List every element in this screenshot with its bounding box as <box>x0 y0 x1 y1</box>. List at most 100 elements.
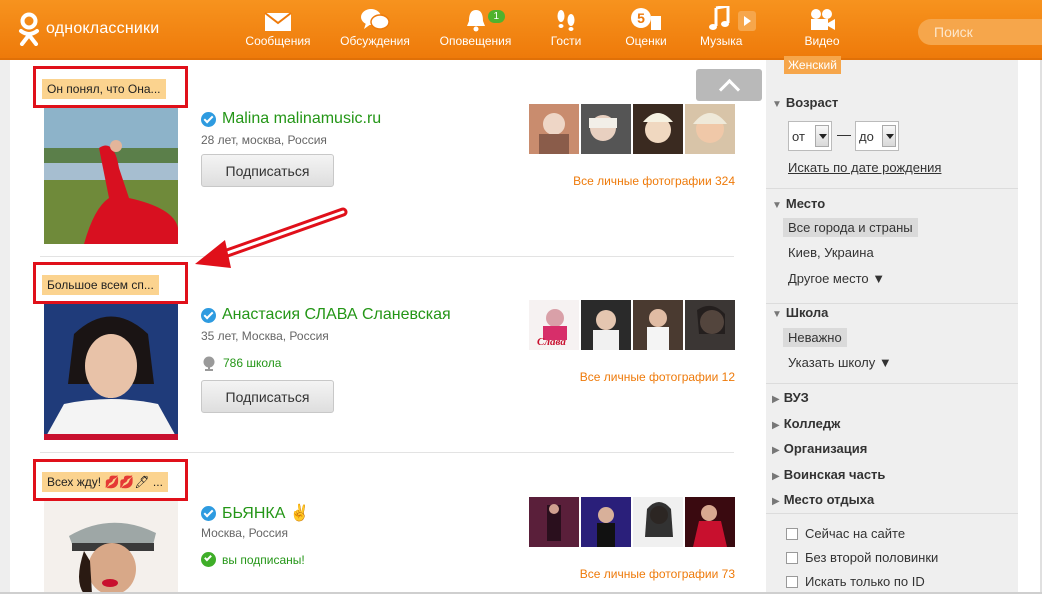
photo-thumbnail[interactable] <box>685 104 735 154</box>
nav-video-label: Видео <box>804 34 840 48</box>
photo-thumbnail[interactable] <box>529 104 579 154</box>
school-option-specify[interactable]: Указать школу ▼ <box>783 353 897 372</box>
photo-thumbnail[interactable] <box>685 497 735 547</box>
user-name-link[interactable]: Malina malinamusic.ru <box>222 110 381 128</box>
expanded-triangle-icon: ▼ <box>772 309 782 320</box>
status-text[interactable]: Он понял, что Она... <box>42 79 166 99</box>
user-meta: 35 лет, Москва, Россия <box>201 329 329 343</box>
place-option-kiev[interactable]: Киев, Украина <box>783 243 879 262</box>
school-label: 786 школа <box>223 356 282 370</box>
top-header: одноклассники Сообщения Обсуждения 1 Опо… <box>0 0 1042 60</box>
collapsed-triangle-icon: ▶ <box>772 445 780 456</box>
bell-icon <box>466 10 485 32</box>
search-input[interactable] <box>918 19 1042 45</box>
subscribe-button[interactable]: Подписаться <box>201 154 334 187</box>
photo-thumbnail[interactable] <box>581 497 631 547</box>
place-option-all[interactable]: Все города и страны <box>783 218 918 237</box>
filter-military-unit-title: Воинская часть <box>783 467 886 482</box>
filter-school-header[interactable]: ▼ Школа <box>772 305 828 320</box>
left-gutter <box>0 60 10 594</box>
filter-college[interactable]: ▶ Колледж <box>772 416 840 431</box>
filter-checkboxes: Сейчас на сайте Без второй половинки Иск… <box>766 513 1018 594</box>
nav-notifications[interactable]: 1 Оповещения <box>438 0 513 60</box>
age-to-select[interactable]: до <box>855 121 899 151</box>
search-by-id-checkbox[interactable]: Искать только по ID <box>786 574 925 589</box>
search-field[interactable] <box>918 19 1042 45</box>
user-name-link[interactable]: БЬЯНКА ✌ <box>222 503 310 523</box>
user-avatar[interactable] <box>44 304 178 440</box>
nav-guests[interactable]: Гости <box>540 0 592 60</box>
filter-age: ▼ Возраст от до Искать по дате рождения <box>766 88 1018 188</box>
filter-vacation-place-title: Место отдыха <box>783 492 875 507</box>
school-option-any[interactable]: Неважно <box>783 328 847 347</box>
all-photos-link[interactable]: Все личные фотографии 73 <box>580 567 735 581</box>
photo-thumbnail[interactable] <box>581 104 631 154</box>
search-filters-sidebar: ▼ Возраст от до Искать по дате рождения ▼… <box>766 60 1018 594</box>
status-text[interactable]: Большое всем сп... <box>42 275 159 295</box>
photo-thumbnails <box>529 104 735 154</box>
checkbox-box[interactable] <box>786 527 798 540</box>
checkbox-box[interactable] <box>786 551 798 564</box>
photo-thumbnail[interactable] <box>633 104 683 154</box>
school-globe-icon <box>203 356 215 371</box>
birthdate-search-link[interactable]: Искать по дате рождения <box>783 158 946 177</box>
filter-organization-title: Организация <box>783 441 868 456</box>
user-name-link[interactable]: Анастасия СЛАВА Сланевская <box>222 306 451 324</box>
subscribed-status: вы подписаны! <box>201 552 305 567</box>
user-avatar[interactable] <box>44 108 178 244</box>
filter-place: ▼ Место Все города и страны Киев, Украина… <box>766 188 1018 303</box>
filter-age-header[interactable]: ▼ Возраст <box>772 95 838 110</box>
nav-notifications-label: Оповещения <box>439 34 512 48</box>
place-option-other[interactable]: Другое место ▼ <box>783 269 890 288</box>
site-logo[interactable]: одноклассники <box>18 12 159 46</box>
school-link[interactable]: 786 школа <box>201 355 281 371</box>
filter-university[interactable]: ▶ ВУЗ <box>772 390 809 405</box>
photo-thumbnail[interactable] <box>581 300 631 350</box>
age-from-select[interactable]: от <box>788 121 832 151</box>
filter-university-title: ВУЗ <box>783 390 809 405</box>
subscribe-button[interactable]: Подписаться <box>201 380 334 413</box>
photo-thumbnail[interactable] <box>529 497 579 547</box>
checkbox-box[interactable] <box>786 575 798 588</box>
age-from-value: от <box>792 129 805 144</box>
photo-thumbnail[interactable]: Слава <box>529 300 579 350</box>
no-partner-checkbox[interactable]: Без второй половинки <box>786 550 938 565</box>
filter-place-header[interactable]: ▼ Место <box>772 196 825 211</box>
filter-place-title: Место <box>785 196 826 211</box>
nav-discussions[interactable]: Обсуждения <box>339 0 411 60</box>
user-avatar[interactable] <box>44 501 178 594</box>
all-photos-link[interactable]: Все личные фотографии 324 <box>573 174 735 188</box>
photo-thumbnail[interactable] <box>633 300 683 350</box>
result-card: Он понял, что Она... Malina malinamusic.… <box>33 66 735 246</box>
nav-ratings[interactable]: 5 Оценки <box>620 0 672 60</box>
gender-option-female[interactable]: Женский <box>784 56 841 74</box>
filter-college-title: Колледж <box>783 416 841 431</box>
filter-vacation-place[interactable]: ▶ Место отдыха <box>772 492 874 507</box>
collapsed-triangle-icon: ▶ <box>772 471 780 482</box>
online-now-checkbox[interactable]: Сейчас на сайте <box>786 526 905 541</box>
status-text[interactable]: Всех жду! 💋💋🖊 ... <box>42 472 168 492</box>
photo-thumbnail[interactable] <box>633 497 683 547</box>
online-now-label: Сейчас на сайте <box>805 526 906 541</box>
expanded-triangle-icon: ▼ <box>772 99 782 110</box>
row-divider <box>40 452 734 453</box>
scroll-to-top-button[interactable] <box>696 69 762 101</box>
user-meta: 28 лет, москва, Россия <box>201 133 327 147</box>
logo-text: одноклассники <box>46 20 160 37</box>
expanded-triangle-icon: ▼ <box>772 200 782 211</box>
nav-music-label: Музыка <box>700 34 743 48</box>
filter-school-title: Школа <box>785 305 829 320</box>
all-photos-link[interactable]: Все личные фотографии 12 <box>580 370 735 384</box>
nav-music[interactable]: Музыка <box>696 0 772 60</box>
filter-organization[interactable]: ▶ Организация <box>772 441 867 456</box>
video-camera-icon <box>811 9 835 30</box>
svg-text:5: 5 <box>637 10 645 26</box>
photo-thumbnail[interactable] <box>685 300 735 350</box>
nav-video[interactable]: Видео <box>796 0 848 60</box>
filter-military-unit[interactable]: ▶ Воинская часть <box>772 467 885 482</box>
nav-messages[interactable]: Сообщения <box>244 0 312 60</box>
filter-collapsed-group: ▶ ВУЗ ▶ Колледж ▶ Организация ▶ Воинская час… <box>766 383 1018 513</box>
rating-5-icon: 5 <box>631 8 661 30</box>
age-range-dash <box>837 135 851 136</box>
music-note-icon <box>709 6 756 31</box>
